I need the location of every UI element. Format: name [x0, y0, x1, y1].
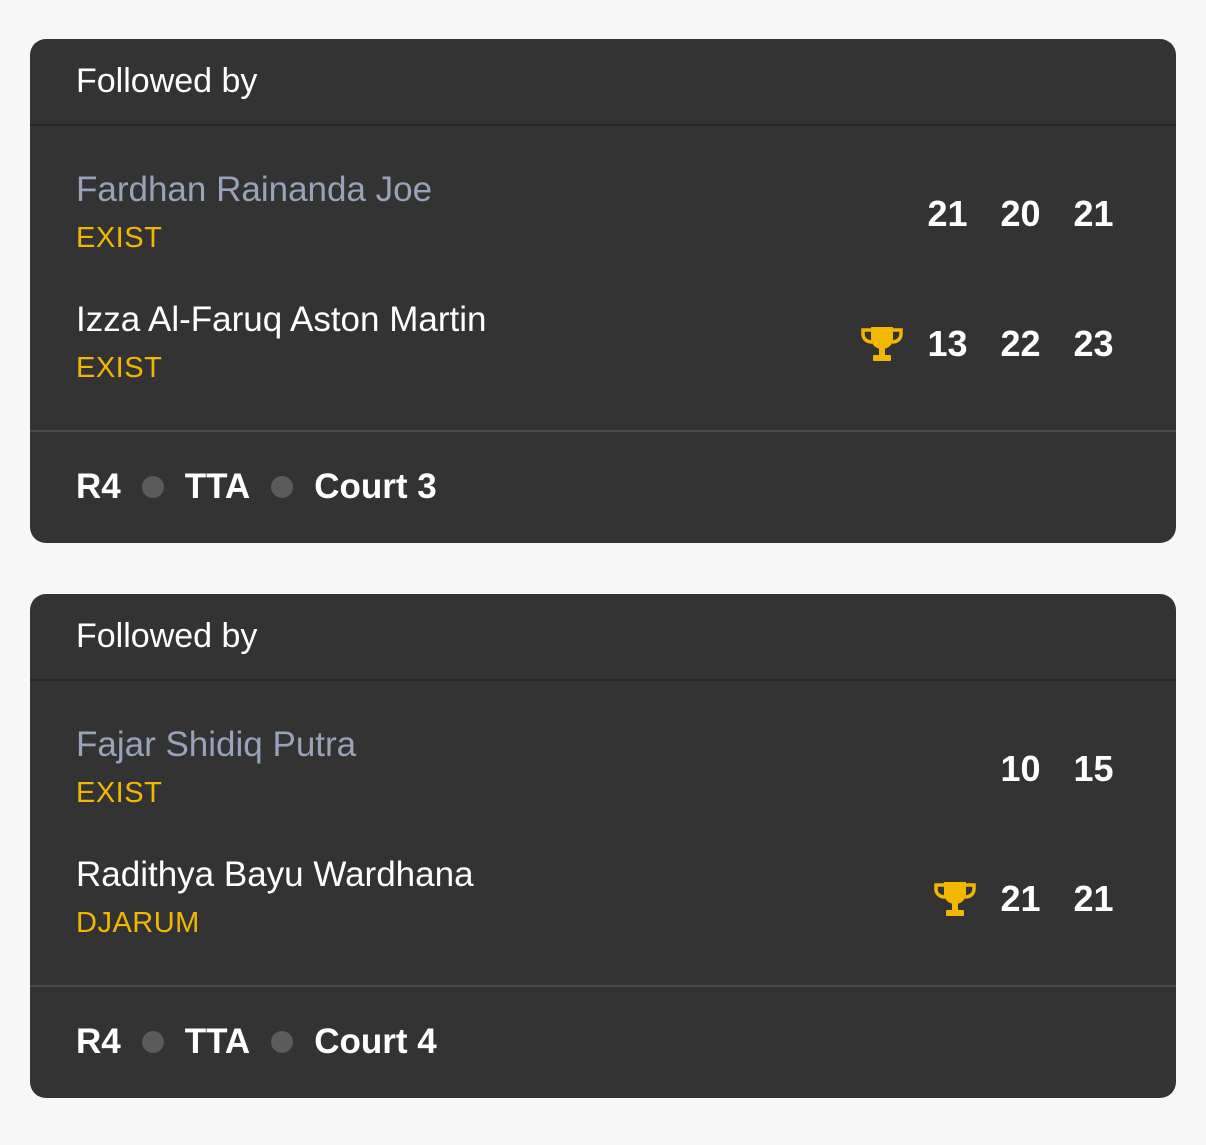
set-score: 21	[1073, 878, 1114, 919]
trophy-icon	[859, 322, 905, 366]
score-list: 10 15	[984, 747, 1130, 791]
player-name: Fardhan Rainanda Joe	[76, 170, 433, 209]
card-header: Followed by	[30, 39, 1176, 126]
round-label: R4	[76, 1021, 121, 1061]
trophy-icon	[932, 877, 978, 921]
followed-by-label: Followed by	[76, 62, 258, 100]
score-list: 13 22 23	[859, 322, 1130, 366]
dot-separator	[271, 1030, 294, 1053]
match-players: Fajar Shidiq Putra EXIST 10 15 Radithya …	[30, 681, 1176, 987]
dot-separator	[141, 475, 164, 498]
set-score: 22	[1000, 323, 1041, 364]
set-score: 13	[927, 323, 968, 364]
player-name: Radithya Bayu Wardhana	[76, 855, 474, 894]
match-card[interactable]: Followed by Fardhan Rainanda Joe EXIST 2…	[30, 39, 1176, 543]
card-header: Followed by	[30, 594, 1176, 681]
venue-label: TTA	[184, 466, 251, 506]
player-club: EXIST	[76, 352, 163, 384]
set-score: 23	[1073, 323, 1114, 364]
round-label: R4	[76, 466, 121, 506]
player-club: EXIST	[76, 777, 163, 809]
player-club: EXIST	[76, 222, 163, 254]
player-row: Fardhan Rainanda Joe EXIST 21 20 21	[76, 166, 1130, 266]
set-score: 15	[1073, 748, 1114, 789]
player-name: Fajar Shidiq Putra	[76, 725, 357, 764]
dot-separator	[271, 475, 294, 498]
followed-by-label: Followed by	[76, 617, 258, 655]
venue-label: TTA	[184, 1021, 251, 1061]
dot-separator	[141, 1030, 164, 1053]
court-label: Court 3	[314, 466, 437, 506]
set-score: 21	[1073, 193, 1114, 234]
player-club: DJARUM	[76, 907, 200, 939]
set-score: 10	[1000, 748, 1041, 789]
set-score: 21	[1000, 878, 1041, 919]
set-score: 20	[1000, 193, 1041, 234]
match-card[interactable]: Followed by Fajar Shidiq Putra EXIST 10 …	[30, 594, 1176, 1098]
match-players: Fardhan Rainanda Joe EXIST 21 20 21 Izza…	[30, 126, 1176, 432]
player-name: Izza Al-Faruq Aston Martin	[76, 300, 487, 339]
player-row: Fajar Shidiq Putra EXIST 10 15	[76, 721, 1130, 821]
court-label: Court 4	[314, 1021, 437, 1061]
score-list: 21 20 21	[911, 192, 1130, 236]
score-list: 21 21	[932, 877, 1130, 921]
player-row: Radithya Bayu Wardhana DJARUM 21 21	[76, 851, 1130, 951]
player-row: Izza Al-Faruq Aston Martin EXIST 13 22 2…	[76, 296, 1130, 396]
match-info: R4 TTA Court 4	[30, 987, 1176, 1096]
match-info: R4 TTA Court 3	[30, 432, 1176, 541]
set-score: 21	[927, 193, 968, 234]
